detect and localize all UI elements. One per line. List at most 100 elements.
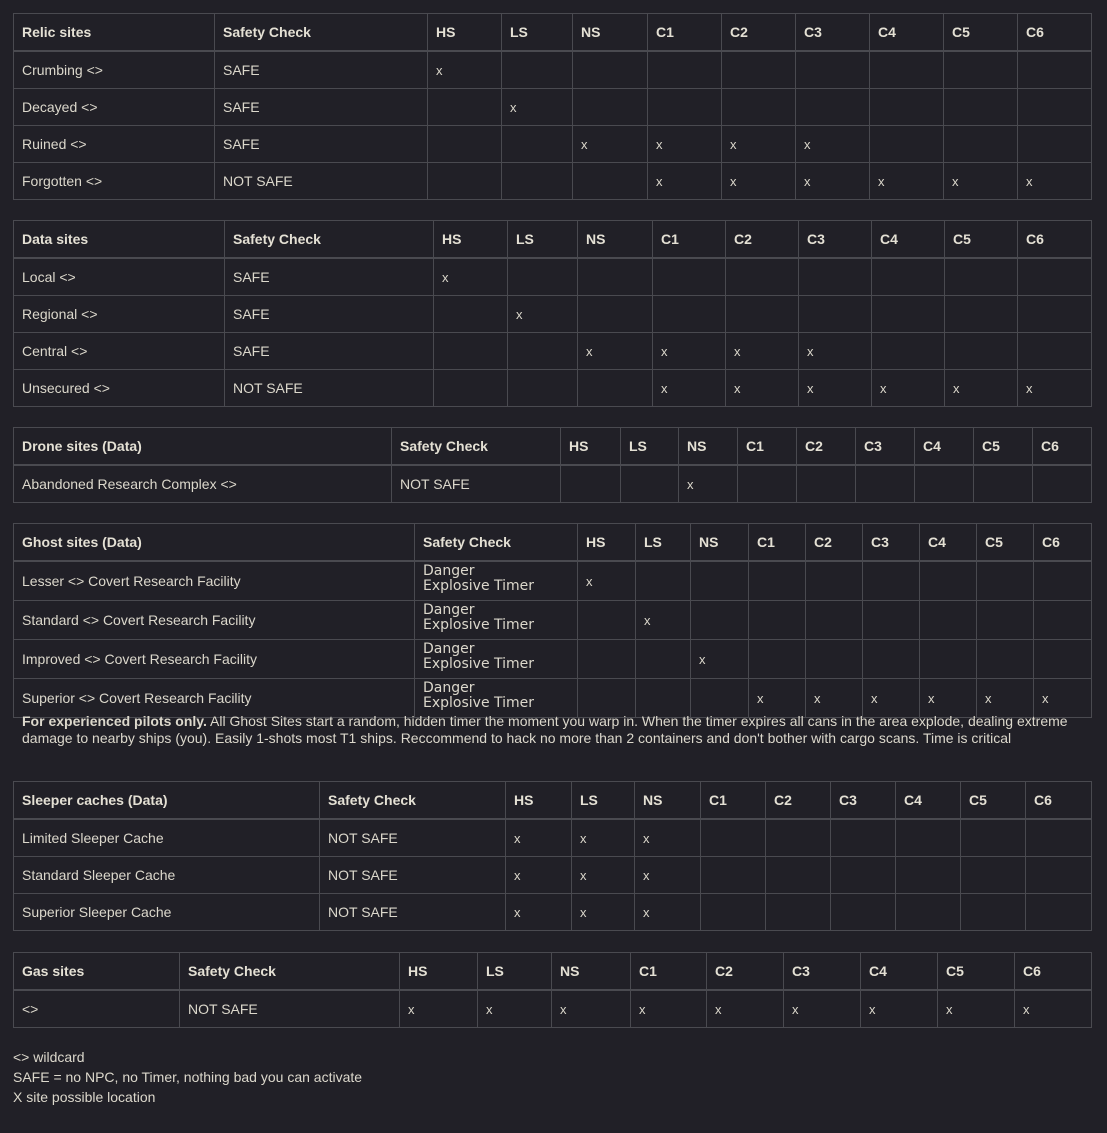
header-row: Ghost sites (Data) Safety Check HS LS NS C1 C2…: [13, 523, 1092, 562]
table-row: Unsecured <> NOT SAFE x x x x x x: [13, 369, 1092, 407]
location-cell-c3: [862, 639, 920, 679]
table-row: <> NOT SAFE x x x x x x x x x: [13, 989, 1092, 1028]
column-header-c2: C2: [706, 952, 784, 991]
location-cell-c1: [748, 560, 806, 601]
table-title: Gas sites: [13, 952, 180, 991]
table-row: Limited Sleeper Cache NOT SAFE x x x: [13, 818, 1092, 857]
location-cell-ls: [635, 560, 691, 601]
location-cell-ls: [507, 369, 578, 407]
location-cell-ns: x: [572, 125, 648, 163]
safety-status-line1: Danger: [423, 563, 475, 579]
column-header-c4: C4: [914, 427, 974, 466]
location-cell-c6: [1025, 856, 1092, 894]
location-cell-c6: [1017, 88, 1092, 126]
safety-status-line2: Explosive Timer: [423, 656, 535, 672]
location-cell-c2: [725, 295, 799, 333]
location-cell-c1: x: [647, 125, 722, 163]
location-cell-hs: [427, 162, 502, 200]
location-cell-c2: [725, 257, 799, 296]
location-cell-c4: [895, 856, 961, 894]
column-header-c1: C1: [748, 523, 806, 562]
location-cell-c6: [1025, 818, 1092, 857]
location-cell-c2: [805, 600, 863, 640]
location-cell-c2: [721, 50, 796, 89]
location-cell-hs: x: [433, 257, 508, 296]
location-cell-c5: [976, 639, 1034, 679]
location-cell-ls: x: [571, 856, 635, 894]
site-name: Limited Sleeper Cache: [13, 818, 320, 857]
location-cell-c6: x: [1017, 162, 1092, 200]
location-cell-hs: [433, 369, 508, 407]
relic-sites-table: Relic sites Safety Check HS LS NS C1 C2 C3 C4 C5 C…: [13, 13, 1092, 200]
column-header-c4: C4: [869, 13, 944, 52]
location-cell-c2: x: [721, 162, 796, 200]
location-cell-ns: x: [678, 464, 738, 503]
site-name: Ruined <>: [13, 125, 215, 163]
location-cell-c2: [765, 893, 831, 931]
column-header-ns: NS: [690, 523, 749, 562]
location-cell-c1: [700, 893, 766, 931]
location-cell-hs: [560, 464, 621, 503]
location-cell-ls: [501, 50, 573, 89]
location-cell-ns: [572, 50, 648, 89]
column-header-c5: C5: [973, 427, 1033, 466]
location-cell-ls: [507, 332, 578, 370]
table-row: Crumbing <> SAFE x: [13, 50, 1092, 89]
site-name: Superior <> Covert Research Facility: [13, 678, 415, 718]
column-header-ns: NS: [572, 13, 648, 52]
location-cell-c5: [943, 50, 1018, 89]
table-title: Relic sites: [13, 13, 215, 52]
column-header-hs: HS: [560, 427, 621, 466]
location-cell-c3: x: [798, 332, 872, 370]
location-cell-c5: x: [944, 369, 1018, 407]
column-header-hs: HS: [433, 220, 508, 259]
column-header-c3: C3: [783, 952, 861, 991]
location-cell-c1: [652, 257, 726, 296]
location-cell-ns: [690, 560, 749, 601]
location-cell-c5: [960, 856, 1026, 894]
location-cell-hs: [427, 88, 502, 126]
safety-status-line2: Explosive Timer: [423, 695, 535, 711]
ghost-sites-warning: For experienced pilots only. All Ghost S…: [22, 713, 1092, 747]
column-header-c2: C2: [725, 220, 799, 259]
location-cell-ls: [507, 257, 578, 296]
location-cell-c5: [943, 88, 1018, 126]
safety-status: Danger Explosive Timer: [414, 560, 578, 601]
location-cell-c6: [1017, 332, 1092, 370]
column-header-c5: C5: [943, 13, 1018, 52]
column-header-c2: C2: [805, 523, 863, 562]
location-cell-c6: [1017, 125, 1092, 163]
column-header-c1: C1: [647, 13, 722, 52]
location-cell-ns: x: [634, 856, 701, 894]
column-header-c2: C2: [796, 427, 856, 466]
location-cell-ls: x: [571, 818, 635, 857]
column-header-hs: HS: [577, 523, 636, 562]
location-cell-c1: x: [652, 369, 726, 407]
column-header-ls: LS: [571, 781, 635, 820]
location-cell-c3: x: [795, 125, 870, 163]
column-header-ls: LS: [477, 952, 552, 991]
location-cell-c6: x: [1014, 989, 1092, 1028]
column-header-c5: C5: [944, 220, 1018, 259]
column-header-c6: C6: [1025, 781, 1092, 820]
location-cell-c5: x: [976, 678, 1034, 718]
site-name: Lesser <> Covert Research Facility: [13, 560, 415, 601]
table-row: Local <> SAFE x: [13, 257, 1092, 296]
location-cell-ls: x: [571, 893, 635, 931]
location-cell-c1: [700, 818, 766, 857]
column-header-ns: NS: [551, 952, 631, 991]
safety-status-line1: Danger: [423, 680, 475, 696]
location-cell-c6: [1025, 893, 1092, 931]
column-header-c6: C6: [1017, 220, 1092, 259]
location-cell-c2: x: [721, 125, 796, 163]
location-cell-ls: x: [635, 600, 691, 640]
location-cell-c3: [830, 893, 896, 931]
column-header-hs: HS: [505, 781, 572, 820]
safety-status: Danger Explosive Timer: [414, 600, 578, 640]
column-header-c3: C3: [855, 427, 915, 466]
header-row: Sleeper caches (Data) Safety Check HS LS NS C…: [13, 781, 1092, 820]
safety-check-header: Safety Check: [224, 220, 434, 259]
table-title: Ghost sites (Data): [13, 523, 415, 562]
safety-status-line1: Danger: [423, 641, 475, 657]
location-cell-c1: [652, 295, 726, 333]
